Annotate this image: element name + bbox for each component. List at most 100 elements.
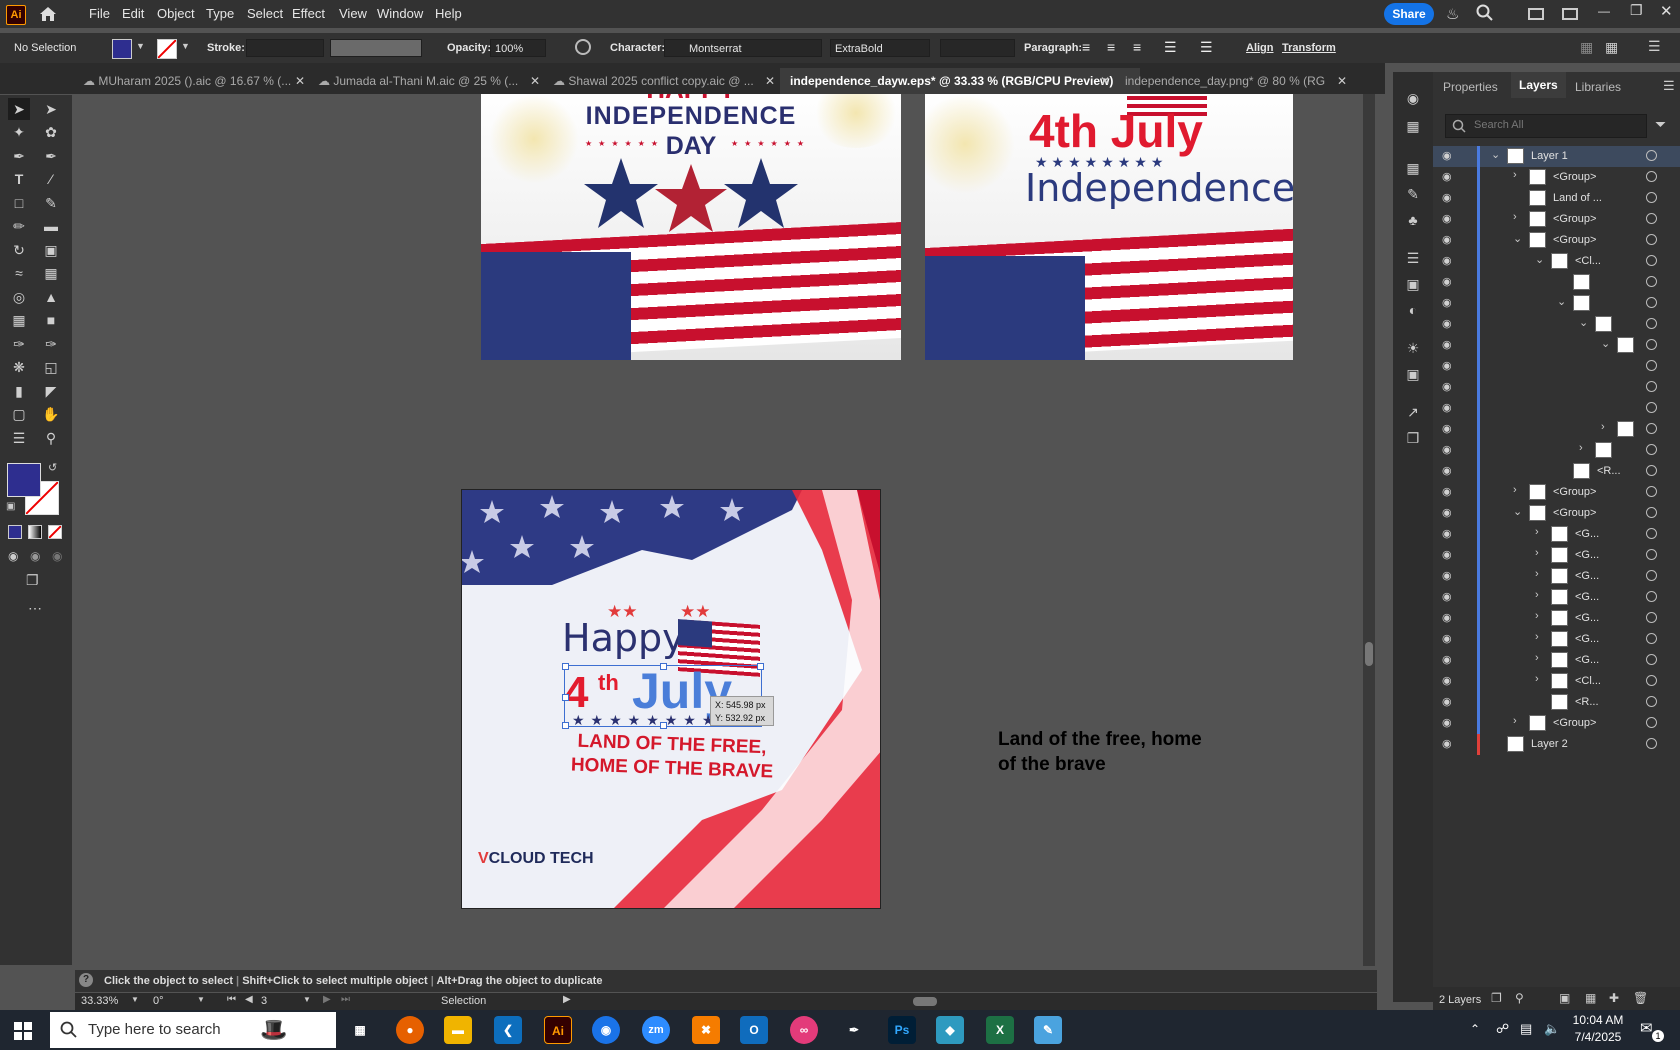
chevron-up-icon[interactable]: ⌃: [1470, 1022, 1480, 1036]
default-colors-icon[interactable]: ▣: [6, 501, 15, 512]
screen-mode-icon[interactable]: ❐: [26, 572, 39, 589]
magic-wand-icon[interactable]: ✦: [8, 121, 30, 143]
bell-icon[interactable]: ♨: [1446, 5, 1459, 23]
eyedropper-alt-icon[interactable]: ✑: [40, 333, 62, 355]
chevron-down-icon[interactable]: ▼: [303, 995, 311, 1004]
visibility-eye-icon[interactable]: ◉: [1442, 338, 1452, 351]
visibility-eye-icon[interactable]: ◉: [1442, 695, 1452, 708]
visibility-eye-icon[interactable]: ◉: [1442, 275, 1452, 288]
menu-help[interactable]: Help: [435, 6, 462, 21]
excel-icon[interactable]: X: [986, 1016, 1014, 1044]
layer-row[interactable]: ◉ › <Group>: [1433, 713, 1680, 734]
scroll-thumb[interactable]: [913, 997, 937, 1006]
layer-row[interactable]: ◉ ⌄ <Group>: [1433, 230, 1680, 251]
visibility-eye-icon[interactable]: ◉: [1442, 527, 1452, 540]
visibility-eye-icon[interactable]: ◉: [1442, 548, 1452, 561]
chevron-right-icon[interactable]: ›: [1535, 589, 1539, 601]
scale-icon[interactable]: ▣: [40, 239, 62, 261]
layer-row[interactable]: ◉ ⌄ <Group>: [1433, 503, 1680, 524]
chevron-right-icon[interactable]: ›: [1579, 442, 1583, 454]
prev-artboard-icon[interactable]: ◀: [245, 994, 253, 1005]
menu-edit[interactable]: Edit: [122, 6, 144, 21]
rotation-field[interactable]: 0°: [153, 995, 164, 1007]
target-circle-icon[interactable]: [1646, 717, 1657, 728]
target-circle-icon[interactable]: [1646, 675, 1657, 686]
stroke-panel-icon[interactable]: ☰: [1403, 248, 1423, 268]
task-view-icon[interactable]: ▦: [346, 1016, 374, 1044]
zoom-app-icon[interactable]: zm: [642, 1016, 670, 1044]
layer-row[interactable]: ◉ › <Group>: [1433, 209, 1680, 230]
close-icon[interactable]: ✕: [1660, 2, 1673, 20]
illustrator-taskbar-icon[interactable]: Ai: [544, 1016, 572, 1044]
tab-properties[interactable]: Properties: [1443, 80, 1498, 94]
align-link[interactable]: Align: [1246, 42, 1274, 54]
visibility-eye-icon[interactable]: ◉: [1442, 632, 1452, 645]
symbol-sprayer-icon[interactable]: ❋: [8, 356, 30, 378]
chevron-right-icon[interactable]: ›: [1513, 484, 1517, 496]
opacity-field[interactable]: 100%: [490, 39, 546, 57]
layer-row[interactable]: ◉ ›: [1433, 419, 1680, 440]
clipping-mask-icon[interactable]: ▣: [1559, 991, 1570, 1005]
visibility-eye-icon[interactable]: ◉: [1442, 569, 1452, 582]
artboard-main[interactable]: ★★ ★★ Happy 4 th July ★★★★★★★★★ X: 545.9…: [461, 489, 881, 909]
rotate-icon[interactable]: ↻: [8, 239, 30, 261]
align-left-icon[interactable]: ≡: [1082, 39, 1090, 55]
stroke-swatch[interactable]: [157, 39, 177, 59]
align-objects-icon[interactable]: ▦: [1580, 39, 1593, 56]
visibility-eye-icon[interactable]: ◉: [1442, 422, 1452, 435]
layer-row[interactable]: ◉: [1433, 377, 1680, 398]
eyedropper-icon[interactable]: ✑: [8, 333, 30, 355]
more-tools-icon[interactable]: ⋯: [28, 600, 42, 617]
search-icon[interactable]: [1476, 4, 1494, 25]
firefox-icon[interactable]: ●: [396, 1016, 424, 1044]
artboard-top-right[interactable]: 4th July ★★★★★★★★ Independence: [925, 94, 1293, 360]
pen-app-icon[interactable]: ✒: [840, 1016, 868, 1044]
swatches-icon[interactable]: ▦: [1403, 158, 1423, 178]
collect-export-icon[interactable]: ❐: [1491, 991, 1502, 1005]
visibility-eye-icon[interactable]: ◉: [1442, 212, 1452, 225]
layer-row[interactable]: ◉ › <G...: [1433, 587, 1680, 608]
target-circle-icon[interactable]: [1646, 297, 1657, 308]
chevron-right-icon[interactable]: ›: [1535, 547, 1539, 559]
chevron-right-icon[interactable]: ›: [1601, 421, 1605, 433]
recolor-icon[interactable]: [575, 39, 591, 55]
notification-icon[interactable]: ✉: [1640, 1019, 1653, 1037]
panel-menu-icon[interactable]: ☰: [1648, 38, 1661, 55]
last-artboard-icon[interactable]: ⏭: [341, 994, 350, 1005]
visibility-eye-icon[interactable]: ◉: [1442, 674, 1452, 687]
horizontal-scrollbar[interactable]: [583, 997, 1363, 1006]
layer-row[interactable]: ◉ ⌄ <Cl...: [1433, 251, 1680, 272]
visibility-eye-icon[interactable]: ◉: [1442, 254, 1452, 267]
chevron-down-icon[interactable]: ▼: [197, 995, 205, 1004]
menu-file[interactable]: File: [89, 6, 110, 21]
zoom-tool-icon[interactable]: ⚲: [40, 427, 62, 449]
file-explorer-icon[interactable]: ▬: [444, 1016, 472, 1044]
type-tool-icon[interactable]: T: [8, 168, 30, 190]
layer-row[interactable]: ◉ Land of ...: [1433, 188, 1680, 209]
pencil-icon[interactable]: ✏: [8, 215, 30, 237]
chevron-right-icon[interactable]: ›: [1535, 526, 1539, 538]
target-circle-icon[interactable]: [1646, 444, 1657, 455]
target-circle-icon[interactable]: [1646, 528, 1657, 539]
menu-select[interactable]: Select: [247, 6, 283, 21]
graph-tool-icon[interactable]: ▮: [8, 380, 30, 402]
chevron-right-icon[interactable]: ›: [1535, 631, 1539, 643]
layer-row[interactable]: ◉ <R...: [1433, 692, 1680, 713]
align-center-icon[interactable]: ≡: [1107, 39, 1115, 55]
slice-tool-icon[interactable]: ◤: [40, 380, 62, 402]
chevron-down-icon[interactable]: ⌄: [1513, 505, 1522, 518]
lasso-icon[interactable]: ✿: [40, 121, 62, 143]
artboards-panel-icon[interactable]: ❐: [1403, 428, 1423, 448]
tab-libraries[interactable]: Libraries: [1575, 80, 1621, 94]
layer-row[interactable]: ◉ › <Cl...: [1433, 671, 1680, 692]
floating-text-object[interactable]: Land of the free, home of the brave: [998, 727, 1202, 777]
visibility-eye-icon[interactable]: ◉: [1442, 401, 1452, 414]
visibility-eye-icon[interactable]: ◉: [1442, 191, 1452, 204]
libraries-icon[interactable]: ▦: [1403, 116, 1423, 136]
layer-row[interactable]: ◉ ⌄: [1433, 314, 1680, 335]
target-circle-icon[interactable]: [1646, 213, 1657, 224]
visibility-eye-icon[interactable]: ◉: [1442, 653, 1452, 666]
target-circle-icon[interactable]: [1646, 402, 1657, 413]
layer-row[interactable]: ◉ › <Group>: [1433, 482, 1680, 503]
direct-selection-tool-icon[interactable]: ➤: [40, 98, 62, 120]
